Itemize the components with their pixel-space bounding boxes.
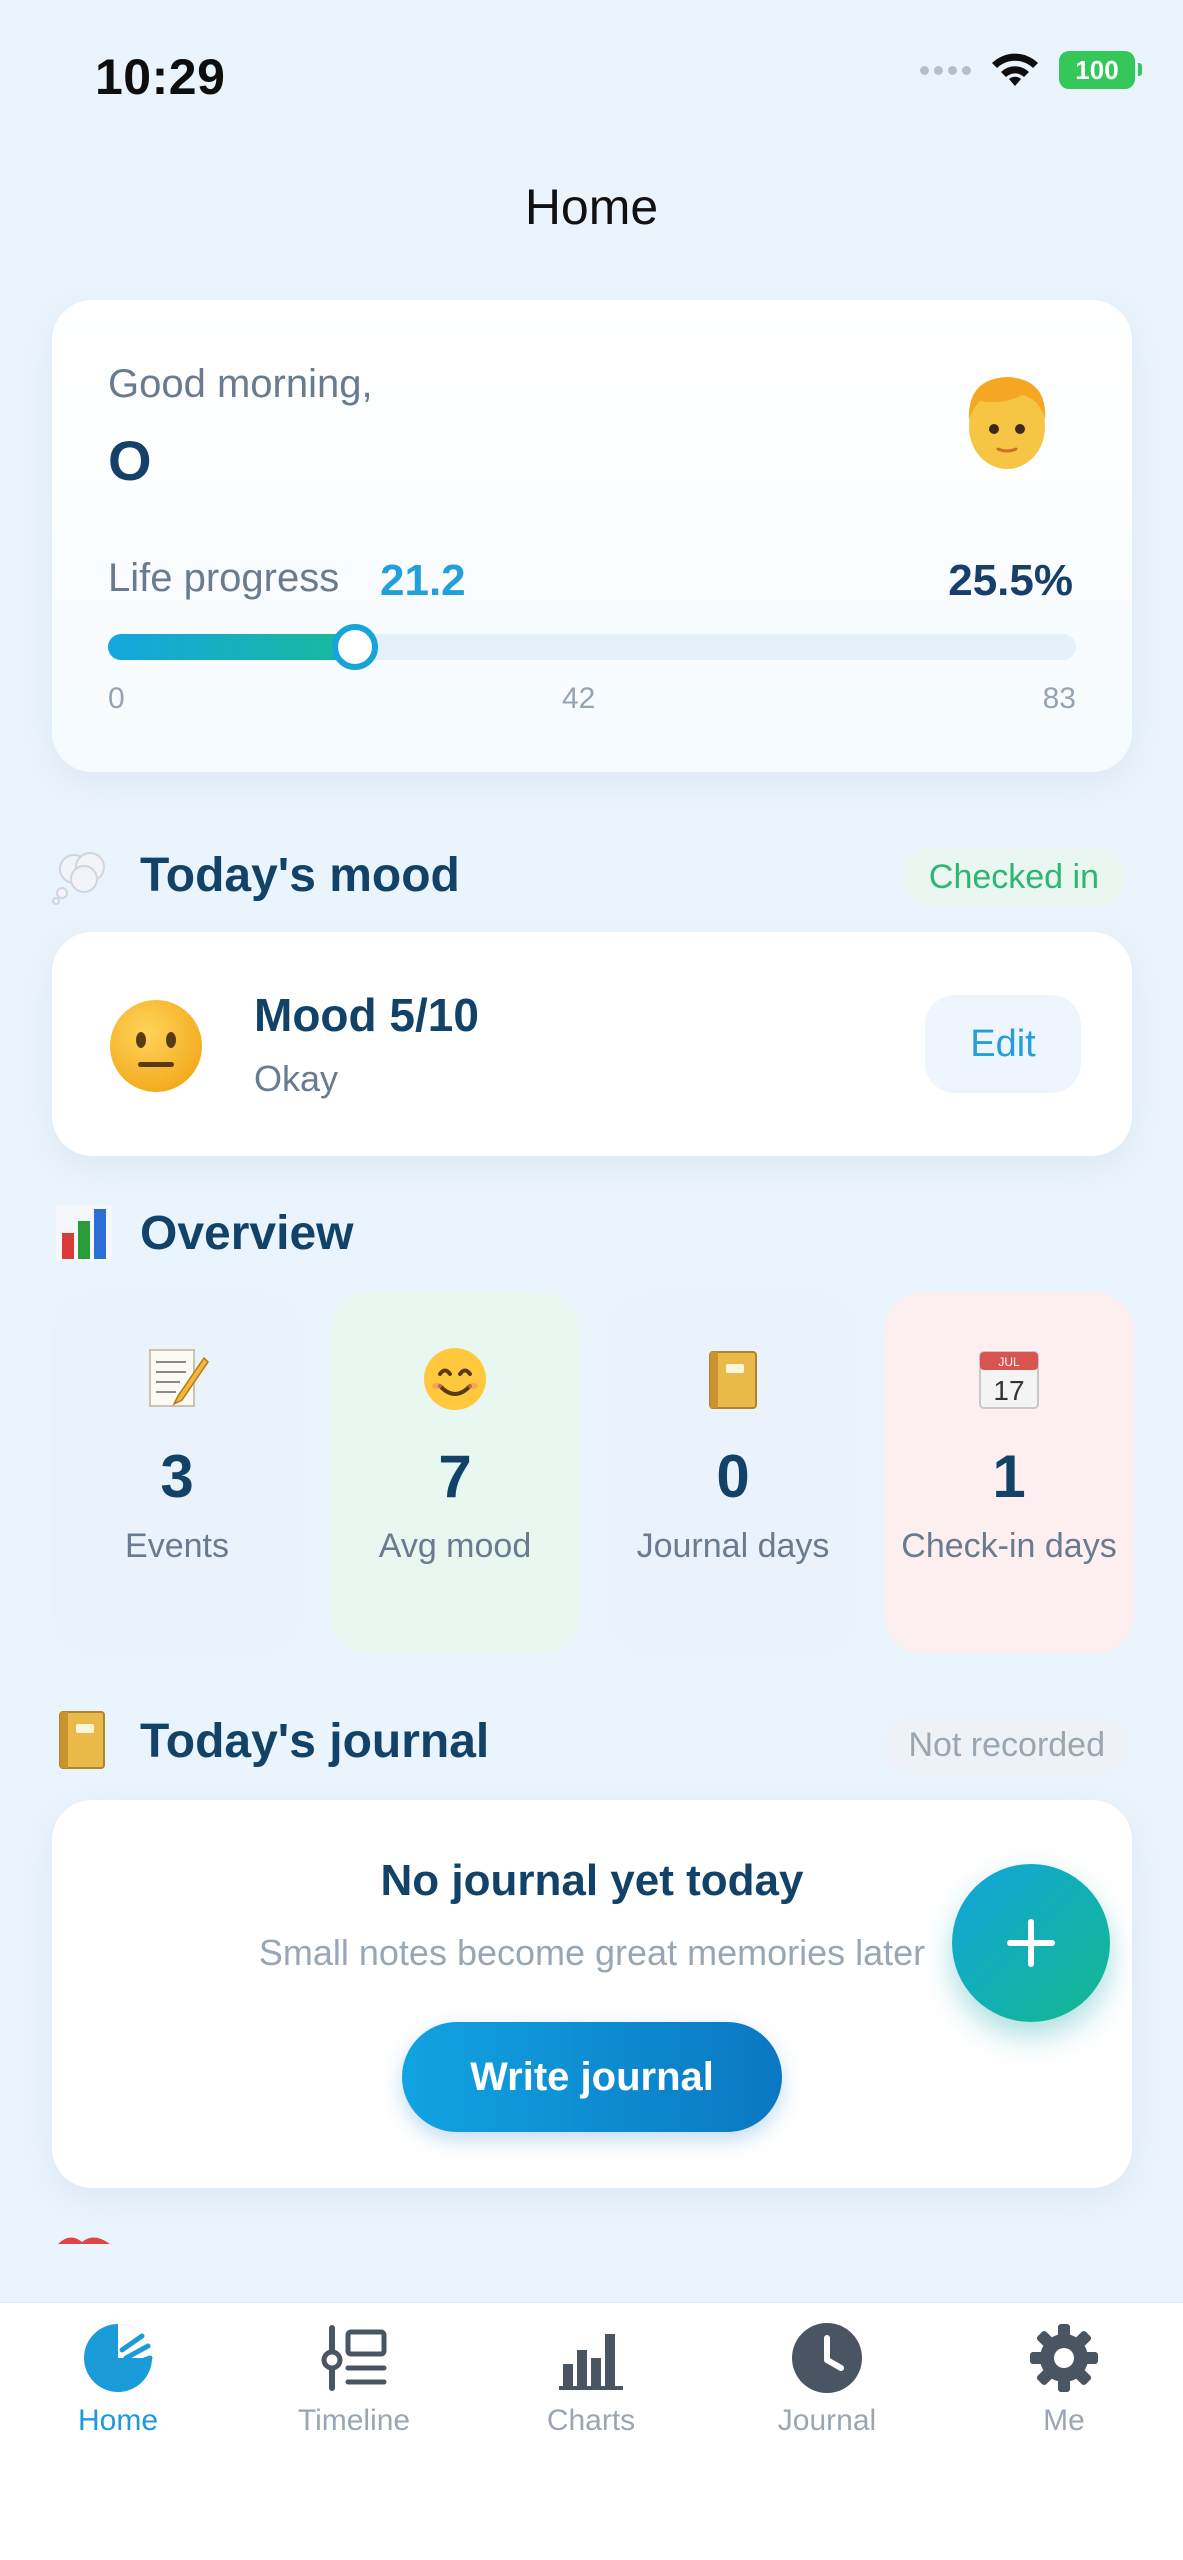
- greeting-salutation: Good morning,: [108, 362, 373, 406]
- overview-tile-avg-mood[interactable]: 7 Avg mood: [330, 1292, 580, 1654]
- svg-text:17: 17: [993, 1375, 1024, 1406]
- progress-tick-end: 83: [1042, 682, 1076, 715]
- tab-journal[interactable]: Journal: [709, 2320, 945, 2450]
- notebook-icon: [709, 1351, 757, 1409]
- mood-section-title: Today's mood: [140, 849, 460, 902]
- user-name: O: [108, 429, 152, 492]
- tab-charts-label: Charts: [546, 2404, 636, 2437]
- timeline-icon: [321, 2325, 387, 2391]
- neutral-face-icon: [110, 1000, 202, 1092]
- tab-charts[interactable]: Charts: [473, 2320, 709, 2450]
- life-progress-value: 21.2: [380, 556, 466, 605]
- journal-days-label: Journal days: [636, 1527, 830, 1565]
- smile-icon: [424, 1348, 486, 1410]
- bar-chart-icon: [559, 2334, 623, 2390]
- avg-mood-value: 7: [438, 1443, 472, 1510]
- thought-bubble-icon: [52, 852, 105, 905]
- tab-home-label: Home: [77, 2404, 159, 2437]
- life-progress-percent: 25.5%: [948, 556, 1073, 605]
- overview-tile-checkin-days[interactable]: JUL 17 1 Check-in days: [884, 1292, 1134, 1654]
- progress-tick-mid: 42: [562, 682, 596, 715]
- battery-icon: 100: [1059, 51, 1142, 89]
- checkin-days-label: Check-in days: [901, 1527, 1117, 1565]
- overview-tile-journal-days[interactable]: 0 Journal days: [608, 1292, 858, 1654]
- events-label: Events: [125, 1527, 229, 1565]
- journal-section-title: Today's journal: [140, 1715, 490, 1768]
- memo-icon: [149, 1349, 209, 1407]
- life-progress-bar: [108, 624, 1076, 670]
- avg-mood-label: Avg mood: [378, 1527, 532, 1565]
- tab-me-label: Me: [1043, 2404, 1085, 2437]
- edit-mood-button[interactable]: Edit: [925, 995, 1081, 1093]
- status-indicators: 100: [920, 50, 1142, 90]
- mood-description: Okay: [254, 1058, 339, 1099]
- plus-icon: [1007, 1919, 1055, 1967]
- calendar-icon: JUL 17: [979, 1351, 1039, 1409]
- add-fab-button[interactable]: [952, 1864, 1110, 2022]
- write-journal-button[interactable]: Write journal: [402, 2022, 782, 2132]
- bar-chart-emoji-icon: [56, 1205, 112, 1261]
- life-progress-thumb[interactable]: [331, 624, 378, 670]
- mood-score: Mood 5/10: [254, 989, 479, 1041]
- gear-icon: [1030, 2324, 1098, 2392]
- mood-status-badge: Checked in: [902, 848, 1125, 907]
- tab-timeline[interactable]: Timeline: [236, 2320, 472, 2450]
- life-progress-fill: [108, 634, 355, 660]
- overview-tile-events[interactable]: 3 Events: [52, 1292, 302, 1654]
- cellular-signal-icon: [920, 65, 971, 75]
- overview-section-title: Overview: [140, 1207, 354, 1260]
- checkin-days-count: 1: [992, 1443, 1026, 1510]
- tab-timeline-label: Timeline: [297, 2404, 411, 2437]
- journal-status-badge: Not recorded: [882, 1716, 1131, 1775]
- avatar[interactable]: [952, 365, 1062, 475]
- page-title: Home: [524, 179, 659, 235]
- tab-me[interactable]: Me: [946, 2320, 1182, 2450]
- notebook-icon: [59, 1711, 105, 1769]
- home-pie-icon: [84, 2324, 153, 2392]
- clock-icon: [792, 2323, 862, 2393]
- journal-days-count: 0: [716, 1443, 750, 1510]
- tab-journal-label: Journal: [777, 2404, 877, 2437]
- next-section-icon: [58, 2237, 110, 2244]
- tab-home[interactable]: Home: [0, 2320, 236, 2450]
- svg-text:JUL: JUL: [998, 1355, 1020, 1369]
- wifi-icon: [992, 53, 1038, 86]
- life-progress-label: Life progress: [108, 556, 340, 600]
- status-time: 10:29: [95, 49, 226, 105]
- events-count: 3: [160, 1443, 194, 1510]
- progress-tick-start: 0: [108, 682, 125, 715]
